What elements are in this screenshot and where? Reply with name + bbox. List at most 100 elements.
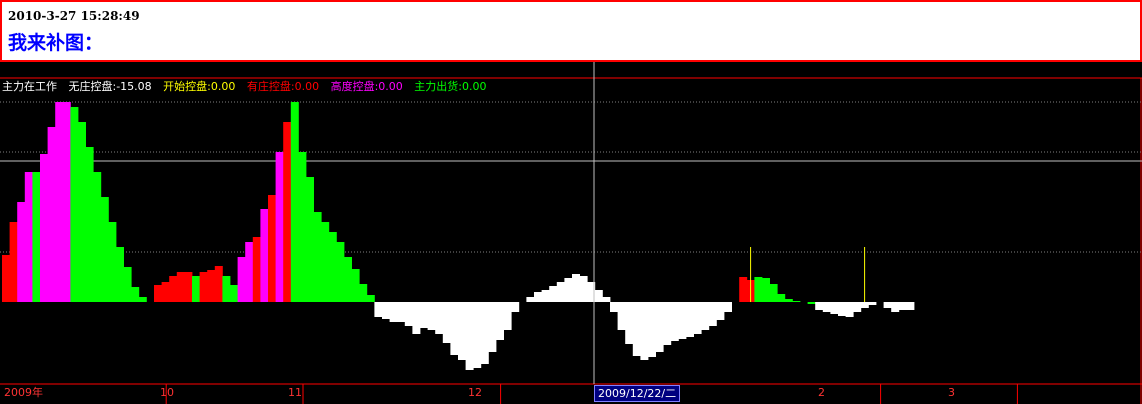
bar-72 [549,286,558,302]
bar-59 [450,302,459,355]
bar-61 [465,302,474,370]
indicator-chart[interactable] [0,62,1142,404]
bar-102 [777,294,786,302]
bar-70 [534,292,542,302]
bar-112 [853,302,862,312]
bar-56 [427,302,436,330]
bar-65 [496,302,504,340]
legend-item-distribution: 主力出货:0.00 [414,80,487,93]
bar-118 [898,302,907,310]
bar-27 [207,270,216,302]
bar-94 [716,302,725,320]
bar-17 [131,287,140,302]
bar-41 [313,212,322,302]
bar-83 [632,302,641,356]
legend-item-start-control: 开始控盘:0.00 [163,80,236,93]
bar-12 [93,172,102,302]
bar-62 [473,302,482,368]
bar-92 [701,302,710,330]
bar-104 [792,301,801,302]
indicator-name: 主力在工作 [2,80,57,93]
bar-50 [382,302,390,319]
cursor-date-label: 2009/12/22/二 [594,385,681,402]
bar-107 [815,302,824,310]
bar-28 [214,266,223,302]
bar-34 [260,209,269,302]
bar-51 [389,302,398,322]
x-tick-10: 10 [160,386,174,399]
bar-113 [860,302,869,308]
bar-58 [442,302,451,343]
legend-item-no-control: 无庄控盘:-15.08 [68,80,152,93]
bar-67 [511,302,520,312]
bar-95 [724,302,732,312]
x-tick-12: 12 [468,386,482,399]
bar-93 [708,302,717,326]
bar-45 [344,257,352,302]
bar-9 [70,107,79,302]
bar-119 [906,302,915,310]
bar-80 [610,302,618,312]
bar-86 [655,302,664,352]
bar-111 [845,302,854,317]
bar-10 [78,122,86,302]
bar-43 [328,232,337,302]
bar-8 [62,102,71,302]
bar-48 [366,295,375,302]
bar-116 [883,302,892,308]
bar-6 [47,127,56,302]
bar-55 [420,302,428,328]
bar-47 [359,284,368,302]
bar-90 [686,302,694,337]
bar-29 [222,276,231,302]
bar-101 [769,284,778,302]
bar-78 [594,290,603,302]
bar-46 [351,269,360,302]
bar-20 [154,285,162,302]
indicator-legend: 主力在工作 无庄控盘:-15.08 开始控盘:0.00 有庄控盘:0.00 高度… [2,80,494,94]
bar-103 [784,299,793,302]
bar-37 [283,122,292,302]
bar-79 [602,297,611,302]
bar-114 [868,302,877,305]
bar-108 [822,302,831,312]
bar-81 [617,302,626,330]
bar-1 [9,222,18,302]
bar-76 [579,276,588,302]
bar-106 [807,302,816,304]
legend-item-high-control: 高度控盘:0.00 [330,80,403,93]
bar-13 [100,197,109,302]
x-tick-11: 11 [288,386,302,399]
bar-25 [192,276,200,302]
bar-85 [648,302,656,357]
bar-75 [572,274,580,302]
bar-21 [161,282,170,302]
bar-91 [693,302,702,334]
bar-11 [85,147,94,302]
bar-23 [176,272,185,302]
bar-97 [739,277,748,302]
x-tick-2009: 2009年 [4,386,43,399]
bar-69 [526,297,535,302]
post-title: 我来补图： [8,32,104,54]
bar-36 [275,152,284,302]
bar-89 [678,302,687,339]
bar-53 [404,302,413,326]
bar-64 [488,302,497,352]
bar-100 [762,278,770,302]
bar-84 [640,302,649,360]
bar-26 [199,272,208,302]
bar-2 [17,202,26,302]
bar-7 [55,102,64,302]
bar-74 [564,278,573,302]
bar-52 [397,302,406,322]
bar-42 [321,222,330,302]
bar-3 [24,172,33,302]
bar-18 [138,297,147,302]
bar-16 [123,267,132,302]
bar-109 [830,302,839,314]
bar-0 [2,255,10,302]
bar-60 [458,302,466,360]
bar-54 [412,302,421,334]
legend-item-has-control: 有庄控盘:0.00 [246,80,320,93]
